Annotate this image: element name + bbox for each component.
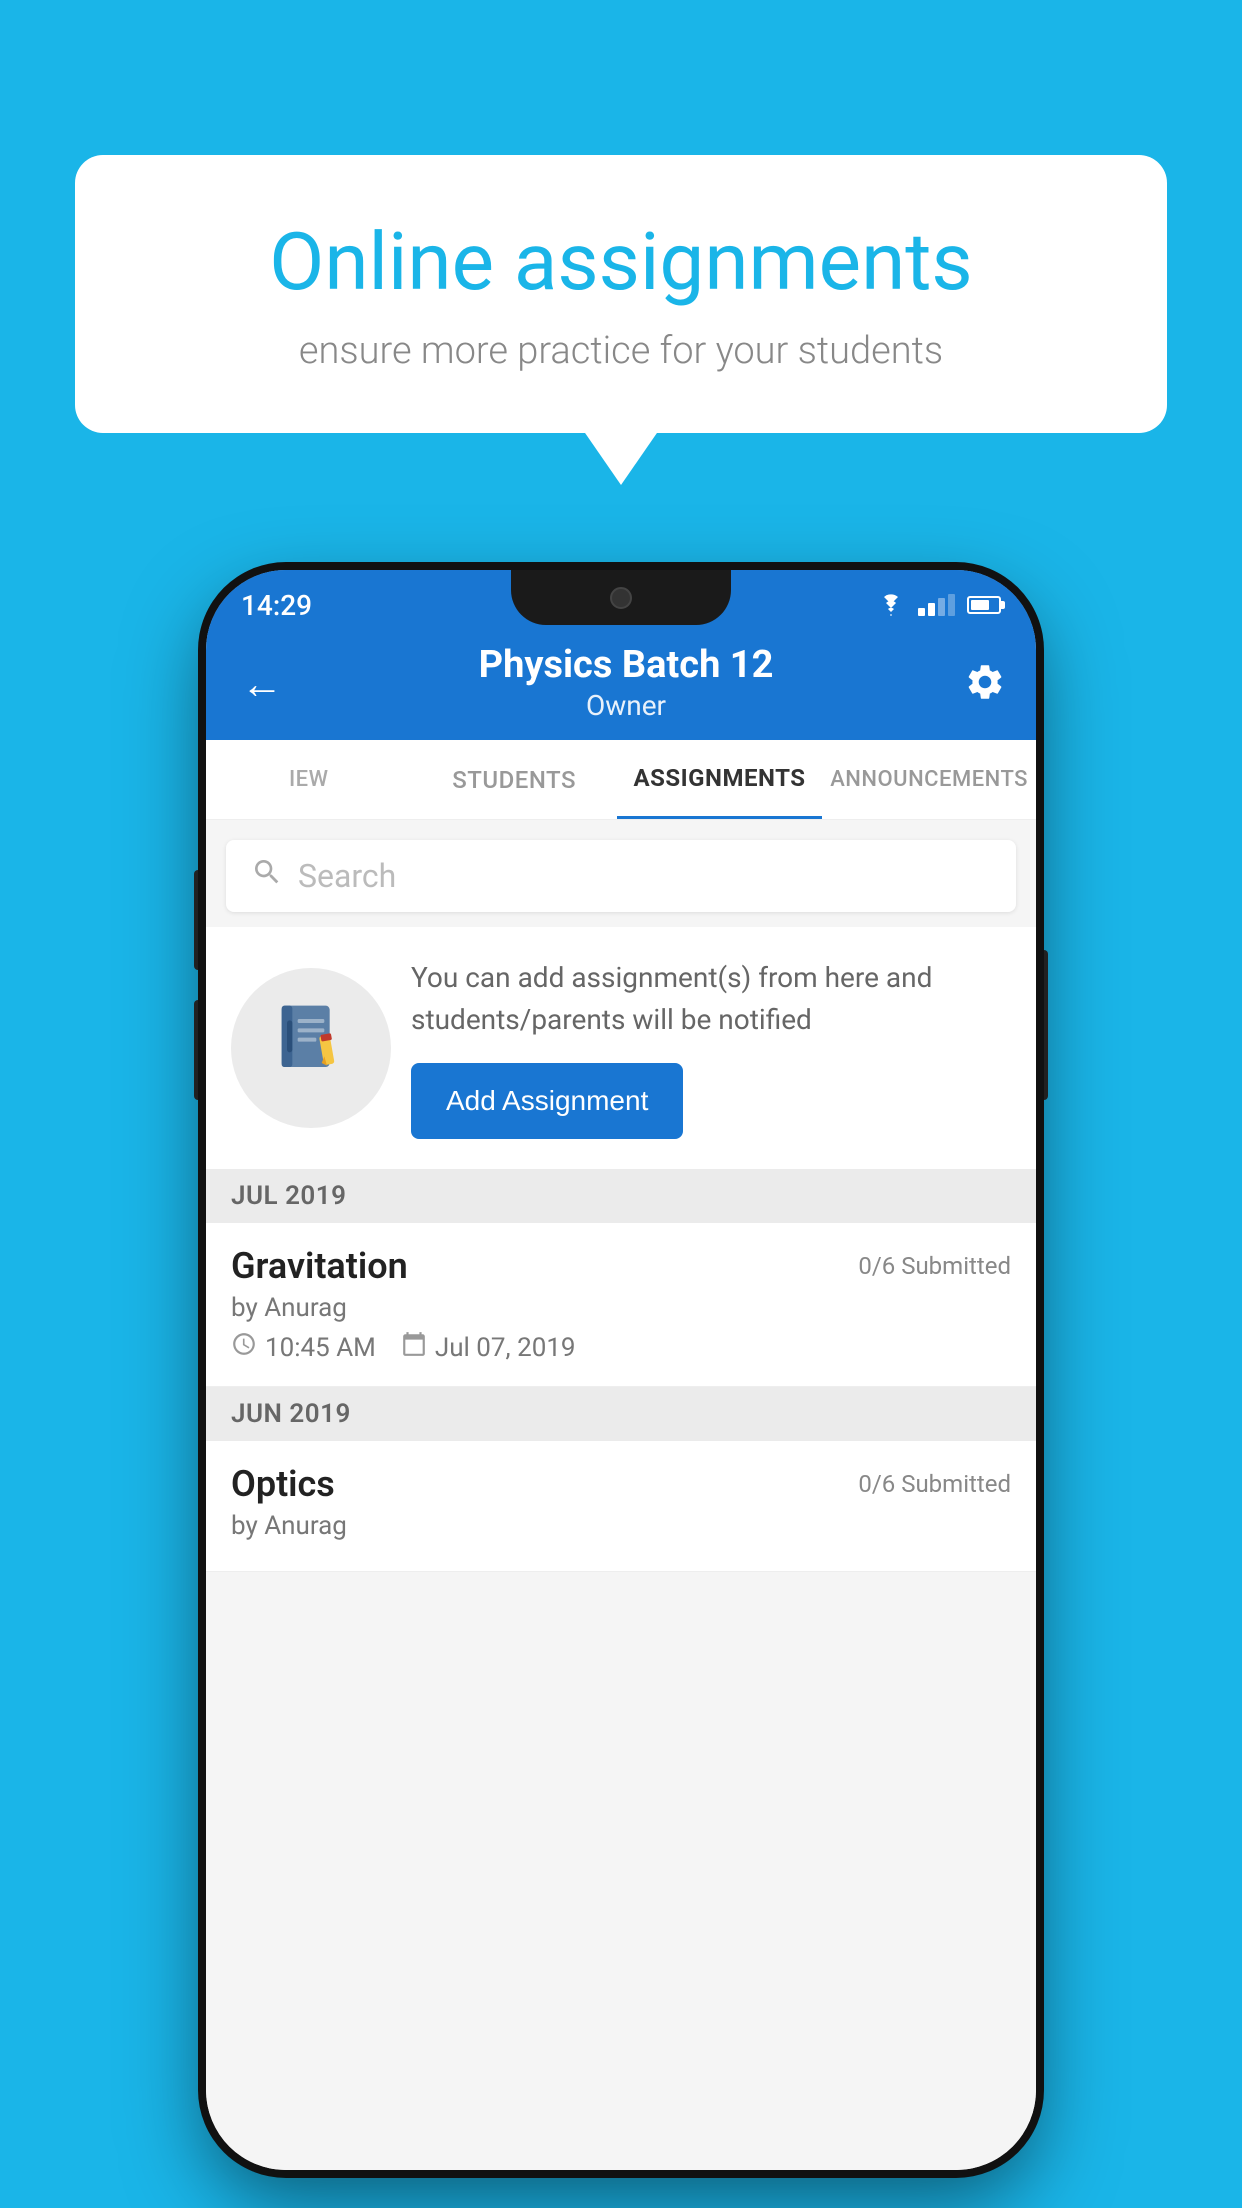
tab-announcements[interactable]: ANNOUNCEMENTS bbox=[822, 740, 1036, 819]
assignment-name-optics: Optics bbox=[231, 1463, 335, 1505]
search-icon bbox=[251, 856, 283, 896]
status-time: 14:29 bbox=[241, 589, 312, 622]
assignment-date: Jul 07, 2019 bbox=[435, 1333, 576, 1363]
add-assignment-button[interactable]: Add Assignment bbox=[411, 1063, 683, 1139]
assignment-item-gravitation[interactable]: Gravitation 0/6 Submitted by Anurag 10:4… bbox=[206, 1223, 1036, 1387]
assignment-item-optics[interactable]: Optics 0/6 Submitted by Anurag bbox=[206, 1441, 1036, 1572]
assignment-time: 10:45 AM bbox=[265, 1333, 376, 1363]
app-screen: 14:29 bbox=[206, 570, 1036, 2170]
notebook-icon bbox=[271, 999, 351, 1097]
signal-icon bbox=[918, 594, 955, 616]
tab-iew[interactable]: IEW bbox=[206, 740, 411, 819]
assignment-right: You can add assignment(s) from here and … bbox=[411, 957, 1011, 1139]
tab-students[interactable]: STUDENTS bbox=[411, 740, 616, 819]
speech-bubble-container: Online assignments ensure more practice … bbox=[75, 155, 1167, 433]
volume-up-button bbox=[194, 870, 202, 970]
power-button bbox=[1040, 950, 1048, 1100]
phone-frame: 14:29 bbox=[206, 570, 1036, 2170]
camera-dot bbox=[610, 587, 632, 609]
assignment-name: Gravitation bbox=[231, 1245, 408, 1287]
calendar-icon bbox=[401, 1331, 427, 1364]
header-center: Physics Batch 12 Owner bbox=[288, 643, 964, 722]
assignment-submitted: 0/6 Submitted bbox=[858, 1252, 1011, 1280]
bubble-subtitle: ensure more practice for your students bbox=[145, 329, 1097, 373]
assignment-desc: You can add assignment(s) from here and … bbox=[411, 957, 1011, 1041]
header-title: Physics Batch 12 bbox=[288, 643, 964, 687]
bubble-title: Online assignments bbox=[145, 215, 1097, 309]
assignment-author-optics: by Anurag bbox=[231, 1511, 1011, 1541]
section-header-jul: JUL 2019 bbox=[206, 1169, 1036, 1223]
header-subtitle: Owner bbox=[288, 689, 964, 722]
assignment-author: by Anurag bbox=[231, 1293, 1011, 1323]
battery-icon bbox=[967, 596, 1001, 614]
tabs-container: IEW STUDENTS ASSIGNMENTS ANNOUNCEMENTS bbox=[206, 740, 1036, 820]
notch bbox=[511, 570, 731, 625]
status-icons bbox=[876, 594, 1001, 616]
meta-date: Jul 07, 2019 bbox=[401, 1331, 576, 1364]
add-assignment-section: You can add assignment(s) from here and … bbox=[206, 927, 1036, 1169]
meta-time: 10:45 AM bbox=[231, 1331, 376, 1364]
search-bar[interactable]: Search bbox=[226, 840, 1016, 912]
phone-container: 14:29 bbox=[206, 570, 1036, 2170]
search-placeholder: Search bbox=[298, 857, 396, 895]
back-button[interactable]: ← bbox=[236, 655, 288, 714]
gear-icon[interactable] bbox=[964, 661, 1006, 714]
assignment-item-top-optics: Optics 0/6 Submitted bbox=[231, 1463, 1011, 1505]
assignment-meta: 10:45 AM Jul 07, 2019 bbox=[231, 1331, 1011, 1364]
clock-icon bbox=[231, 1331, 257, 1364]
wifi-icon bbox=[876, 594, 906, 616]
assignment-item-top: Gravitation 0/6 Submitted bbox=[231, 1245, 1011, 1287]
content-area: Search bbox=[206, 820, 1036, 2170]
speech-bubble: Online assignments ensure more practice … bbox=[75, 155, 1167, 433]
tab-assignments[interactable]: ASSIGNMENTS bbox=[617, 740, 822, 819]
volume-down-button bbox=[194, 1000, 202, 1100]
section-header-jun: JUN 2019 bbox=[206, 1387, 1036, 1441]
assignment-icon-circle bbox=[231, 968, 391, 1128]
assignment-submitted-optics: 0/6 Submitted bbox=[858, 1470, 1011, 1498]
